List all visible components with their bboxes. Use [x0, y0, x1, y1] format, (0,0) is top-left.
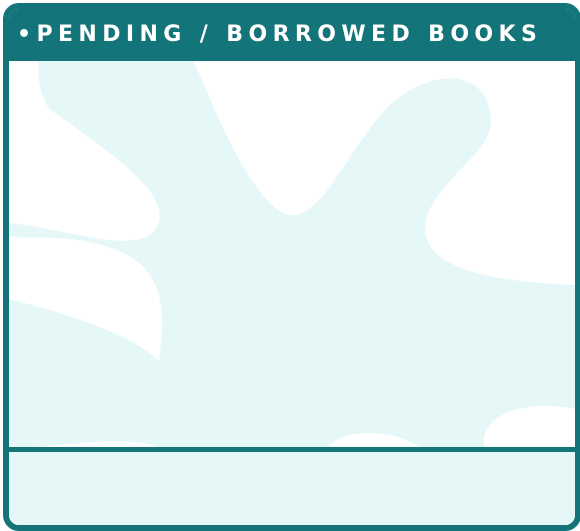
footer-blob-area — [9, 452, 575, 525]
splash-shape — [9, 61, 575, 449]
panel-title: •PENDING / BORROWED BOOKS — [17, 22, 543, 47]
pending-borrowed-books-panel: •PENDING / BORROWED BOOKS — [3, 3, 580, 531]
panel-header: •PENDING / BORROWED BOOKS — [9, 9, 575, 61]
